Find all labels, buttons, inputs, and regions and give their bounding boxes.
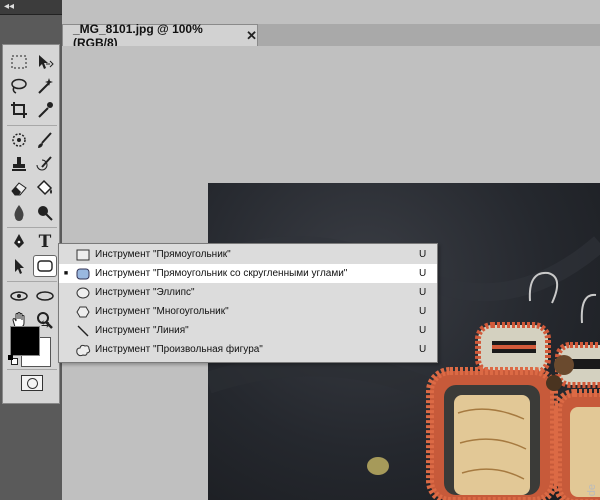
swap-colors-icon[interactable]: ⇆ <box>41 319 49 330</box>
flyout-item-shortcut: U <box>419 325 427 336</box>
eyedropper-tool-icon[interactable] <box>33 99 57 121</box>
flyout-item-rounded-rectangle[interactable]: ■ Инструмент "Прямоугольник со скругленн… <box>59 264 437 283</box>
flyout-item-shortcut: U <box>419 249 427 260</box>
eraser-tool-icon[interactable] <box>7 177 31 199</box>
close-icon[interactable]: ✕ <box>246 28 257 44</box>
magic-wand-tool-icon[interactable] <box>33 75 57 97</box>
3d-orbit-tool-icon[interactable] <box>33 285 57 307</box>
path-selection-tool-icon[interactable] <box>7 255 31 277</box>
flyout-item-shortcut: U <box>419 306 427 317</box>
marquee-tool-icon[interactable] <box>7 51 31 73</box>
polygon-icon <box>73 304 93 320</box>
custom-shape-icon <box>73 342 93 358</box>
collapse-icon[interactable]: ◂◂ <box>4 1 14 12</box>
flyout-item-label: Инструмент "Многоугольник" <box>95 306 229 317</box>
flyout-item-label: Инструмент "Эллипс" <box>95 287 195 298</box>
document-tab[interactable]: _MG_8101.jpg @ 100% (RGB/8) ✕ <box>62 22 258 50</box>
paint-bucket-tool-icon[interactable] <box>33 177 57 199</box>
type-tool-icon[interactable]: T <box>33 231 57 253</box>
default-colors-icon[interactable] <box>8 355 18 365</box>
toolbox: T ⇆ <box>2 44 60 404</box>
history-brush-tool-icon[interactable] <box>33 153 57 175</box>
flyout-item-shortcut: U <box>419 287 427 298</box>
panel-header[interactable]: ◂◂ <box>0 0 62 15</box>
flyout-item-label: Инструмент "Линия" <box>95 325 189 336</box>
title-strip <box>62 0 600 24</box>
quick-mask-icon <box>27 378 38 389</box>
lasso-tool-icon[interactable] <box>7 75 31 97</box>
shape-tool-flyout-menu: Инструмент "Прямоугольник" U ■ Инструмен… <box>58 243 438 363</box>
toolbox-divider <box>7 281 57 282</box>
move-tool-icon[interactable] <box>33 51 57 73</box>
crop-tool-icon[interactable] <box>7 99 31 121</box>
3d-rotate-tool-icon[interactable] <box>7 285 31 307</box>
dodge-tool-icon[interactable] <box>33 201 57 223</box>
brush-tool-icon[interactable] <box>33 129 57 151</box>
flyout-item-custom-shape[interactable]: Инструмент "Произвольная фигура" U <box>59 340 437 359</box>
flyout-item-label: Инструмент "Прямоугольник со скругленным… <box>95 268 348 279</box>
rounded-rectangle-tool-icon[interactable] <box>33 255 57 277</box>
toolbox-divider <box>7 227 57 228</box>
flyout-item-shortcut: U <box>419 344 427 355</box>
toolbox-divider <box>7 125 57 126</box>
ellipse-icon <box>73 285 93 301</box>
clone-stamp-tool-icon[interactable] <box>7 153 31 175</box>
rectangle-icon <box>73 247 93 263</box>
selection-marker: ■ <box>63 270 69 277</box>
flyout-item-shortcut: U <box>419 268 427 279</box>
toolbox-grip[interactable] <box>2 15 60 43</box>
flyout-item-polygon[interactable]: Инструмент "Многоугольник" U <box>59 302 437 321</box>
pen-tool-icon[interactable] <box>7 231 31 253</box>
flyout-item-label: Инструмент "Произвольная фигура" <box>95 344 263 355</box>
line-icon <box>73 323 93 339</box>
document-tab-bar: _MG_8101.jpg @ 100% (RGB/8) ✕ <box>62 22 600 50</box>
tools-panel: ◂◂ T ⇆ <box>0 0 62 500</box>
flyout-item-label: Инструмент "Прямоугольник" <box>95 249 231 260</box>
flyout-item-line[interactable]: Инструмент "Линия" U <box>59 321 437 340</box>
watermark-text: de <box>586 483 598 496</box>
quick-mask-button[interactable] <box>21 375 43 391</box>
spot-healing-tool-icon[interactable] <box>7 129 31 151</box>
flyout-item-ellipse[interactable]: Инструмент "Эллипс" U <box>59 283 437 302</box>
rounded-rectangle-icon <box>73 266 93 282</box>
flyout-item-rectangle[interactable]: Инструмент "Прямоугольник" U <box>59 245 437 264</box>
foreground-color-swatch[interactable] <box>10 326 40 356</box>
blur-tool-icon[interactable] <box>7 201 31 223</box>
toolbox-divider <box>7 369 57 370</box>
